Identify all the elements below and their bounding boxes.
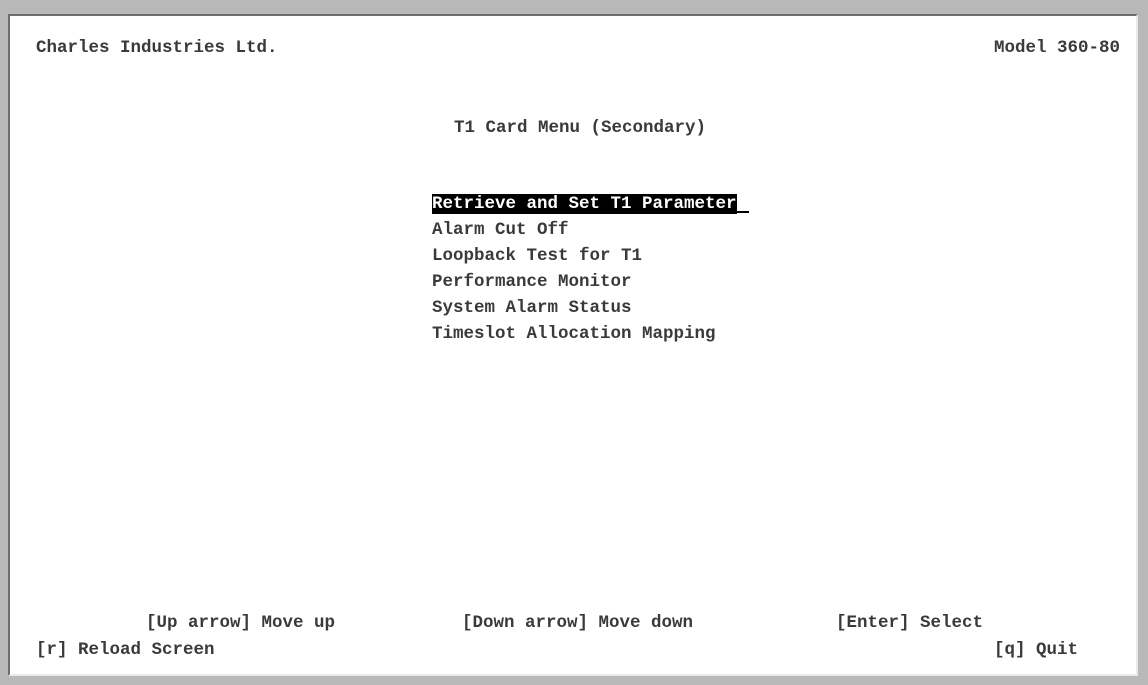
menu-title: T1 Card Menu (Secondary) [454,118,707,138]
menu-item-label: Loopback Test for T1 [432,246,643,266]
menu-list: Retrieve and Set T1 Parameter Alarm Cut … [432,191,749,347]
model-number: Model 360-80 [993,38,1120,58]
menu-item-label: Retrieve and Set T1 Parameter [432,194,737,214]
hint-move-up: [Up arrow] Move up [146,613,336,633]
hint-move-down: [Down arrow] Move down [462,613,694,633]
text-cursor [736,191,749,213]
terminal-screen: Charles Industries Ltd. Model 360-80 T1 … [8,14,1138,676]
menu-item-retrieve-set-t1-parameter[interactable]: Retrieve and Set T1 Parameter [432,191,749,217]
menu-item-label: Alarm Cut Off [432,220,569,240]
reload-screen-command[interactable]: [r] Reload Screen [36,638,215,662]
menu-item-performance-monitor[interactable]: Performance Monitor [432,269,749,295]
menu-item-label: Performance Monitor [432,272,632,292]
menu-item-timeslot-allocation-mapping[interactable]: Timeslot Allocation Mapping [432,321,749,347]
quit-command[interactable]: [q] Quit [994,638,1078,662]
hint-select: [Enter] Select [836,613,984,633]
menu-item-label: Timeslot Allocation Mapping [432,324,716,344]
menu-item-alarm-cut-off[interactable]: Alarm Cut Off [432,217,749,243]
menu-item-system-alarm-status[interactable]: System Alarm Status [432,295,749,321]
company-name: Charles Industries Ltd. [36,38,278,58]
menu-item-label: System Alarm Status [432,298,632,318]
terminal-window-frame: Charles Industries Ltd. Model 360-80 T1 … [0,0,1148,685]
menu-item-loopback-test[interactable]: Loopback Test for T1 [432,243,749,269]
